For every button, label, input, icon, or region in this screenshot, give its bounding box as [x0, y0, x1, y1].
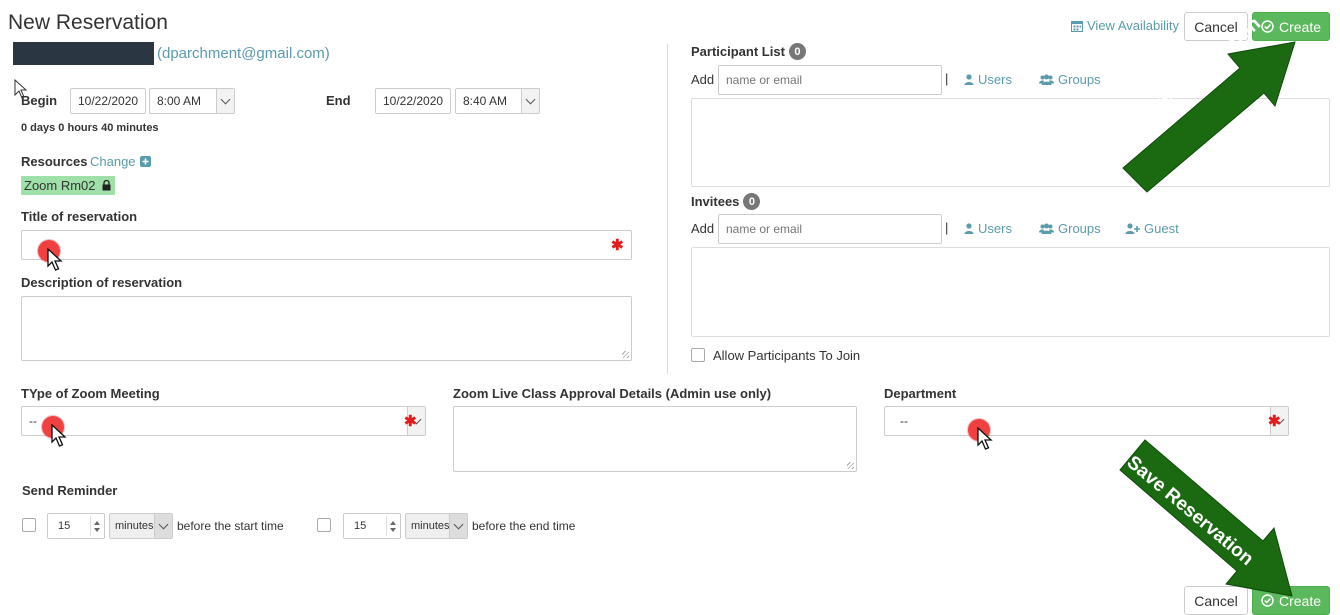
invitee-search-input[interactable]	[718, 214, 942, 244]
plus-square-icon	[139, 156, 151, 167]
invitee-users-link[interactable]: Users	[964, 221, 1012, 236]
redacted-user-name	[13, 42, 154, 65]
approval-label: Zoom Live Class Approval Details (Admin …	[453, 386, 772, 401]
description-textarea[interactable]	[21, 296, 632, 361]
begin-label: Begin	[21, 93, 58, 108]
start-reminder-checkbox[interactable]	[22, 518, 36, 532]
end-label: End	[326, 93, 351, 108]
begin-time-select[interactable]: 8:00 AM	[149, 88, 235, 114]
resize-handle[interactable]	[622, 351, 629, 358]
zoom-type-value: --	[29, 414, 37, 428]
change-label: Change	[90, 154, 136, 169]
invitee-guest-link[interactable]: Guest	[1125, 221, 1179, 236]
begin-date-input[interactable]: 10/22/2020	[70, 88, 146, 114]
participant-count-badge: 0	[788, 43, 806, 60]
start-reminder-unit-select[interactable]: minutes	[109, 513, 173, 539]
start-reminder-text: before the start time	[177, 519, 284, 533]
invitee-add-label: Add	[691, 221, 715, 236]
resource-name: Zoom Rm02	[24, 178, 96, 193]
begin-time-value: 8:00 AM	[157, 94, 202, 108]
resource-chip: Zoom Rm02	[21, 176, 115, 195]
column-divider	[667, 44, 668, 374]
department-label: Department	[884, 386, 957, 401]
spinner-arrows-icon[interactable]	[386, 516, 398, 536]
users-label: Users	[978, 72, 1012, 87]
chevron-down-icon	[449, 514, 467, 538]
hand-cursor-icon	[47, 248, 63, 271]
users-group-icon	[1039, 74, 1054, 85]
resize-handle[interactable]	[847, 462, 854, 469]
end-time-value: 8:40 AM	[463, 94, 508, 108]
required-star-icon: ✱	[1268, 413, 1281, 430]
user-email: (dparchment@gmail.com)	[157, 45, 330, 62]
page-title: New Reservation	[8, 11, 168, 34]
users-label: Users	[978, 221, 1012, 236]
required-star-icon: ✱	[404, 413, 417, 430]
chevron-down-icon	[154, 514, 172, 538]
invitee-separator: |	[945, 220, 949, 235]
create-label: Create	[1278, 18, 1322, 35]
zoom-type-label: TYpe of Zoom Meeting	[21, 386, 160, 401]
resources-label: Resources	[21, 154, 88, 169]
participant-list-header: Participant List 0	[691, 43, 806, 60]
end-reminder-unit-select[interactable]: minutes	[405, 513, 468, 539]
end-reminder-text: before the end time	[472, 519, 576, 533]
participant-search-input[interactable]	[718, 65, 942, 95]
calendar-icon	[1071, 20, 1083, 32]
invitee-groups-link[interactable]: Groups	[1039, 221, 1101, 236]
end-reminder-number[interactable]: 15	[343, 513, 401, 539]
change-resources-link[interactable]: Change	[90, 154, 151, 169]
department-select[interactable]: --	[884, 406, 1289, 436]
approval-textarea[interactable]	[453, 406, 857, 472]
duration-text: 0 days 0 hours 40 minutes	[21, 122, 159, 134]
view-availability-label: View Availability	[1087, 18, 1180, 33]
start-reminder-number[interactable]: 15	[47, 513, 105, 539]
department-value: --	[900, 414, 908, 428]
end-time-select[interactable]: 8:40 AM	[455, 88, 540, 114]
end-reminder-checkbox[interactable]	[317, 518, 331, 532]
start-reminder-value: 15	[58, 520, 71, 532]
user-icon	[964, 223, 974, 234]
participant-separator: |	[945, 71, 949, 86]
users-group-icon	[1039, 223, 1054, 234]
title-input[interactable]	[21, 230, 632, 260]
end-reminder-unit: minutes	[411, 520, 450, 532]
title-label: Title of reservation	[21, 209, 138, 224]
spinner-arrows-icon[interactable]	[90, 516, 102, 536]
invitees-count-badge: 0	[743, 193, 761, 210]
invitees-list-area	[691, 247, 1330, 337]
lock-icon	[102, 180, 111, 191]
view-availability-link[interactable]: View Availability	[1071, 18, 1179, 33]
chevron-down-icon	[521, 89, 539, 113]
end-date-input[interactable]: 10/22/2020	[375, 88, 451, 114]
participant-add-label: Add	[691, 72, 715, 87]
groups-label: Groups	[1058, 221, 1101, 236]
end-reminder-value: 15	[354, 520, 367, 532]
participant-users-link[interactable]: Users	[964, 72, 1012, 87]
participant-list-label: Participant List	[691, 44, 785, 59]
description-label: Description of reservation	[21, 275, 183, 290]
start-reminder-unit: minutes	[115, 520, 154, 532]
participant-groups-link[interactable]: Groups	[1039, 72, 1101, 87]
allow-join-label: Allow Participants To Join	[713, 348, 861, 363]
groups-label: Groups	[1058, 72, 1101, 87]
allow-join-checkbox[interactable]	[691, 348, 705, 362]
guest-label: Guest	[1144, 221, 1179, 236]
create-button-top[interactable]: Create	[1252, 12, 1330, 41]
user-plus-icon	[1125, 223, 1140, 234]
send-reminder-label: Send Reminder	[22, 483, 118, 498]
chevron-down-icon	[216, 89, 234, 113]
hand-cursor-icon	[977, 427, 993, 450]
invitees-header: Invitees 0	[691, 193, 761, 210]
required-star-icon: ✱	[611, 237, 624, 254]
invitees-label: Invitees	[691, 194, 740, 209]
hand-cursor-icon	[51, 424, 67, 447]
zoom-type-select[interactable]: --	[21, 406, 426, 436]
user-icon	[964, 74, 974, 85]
